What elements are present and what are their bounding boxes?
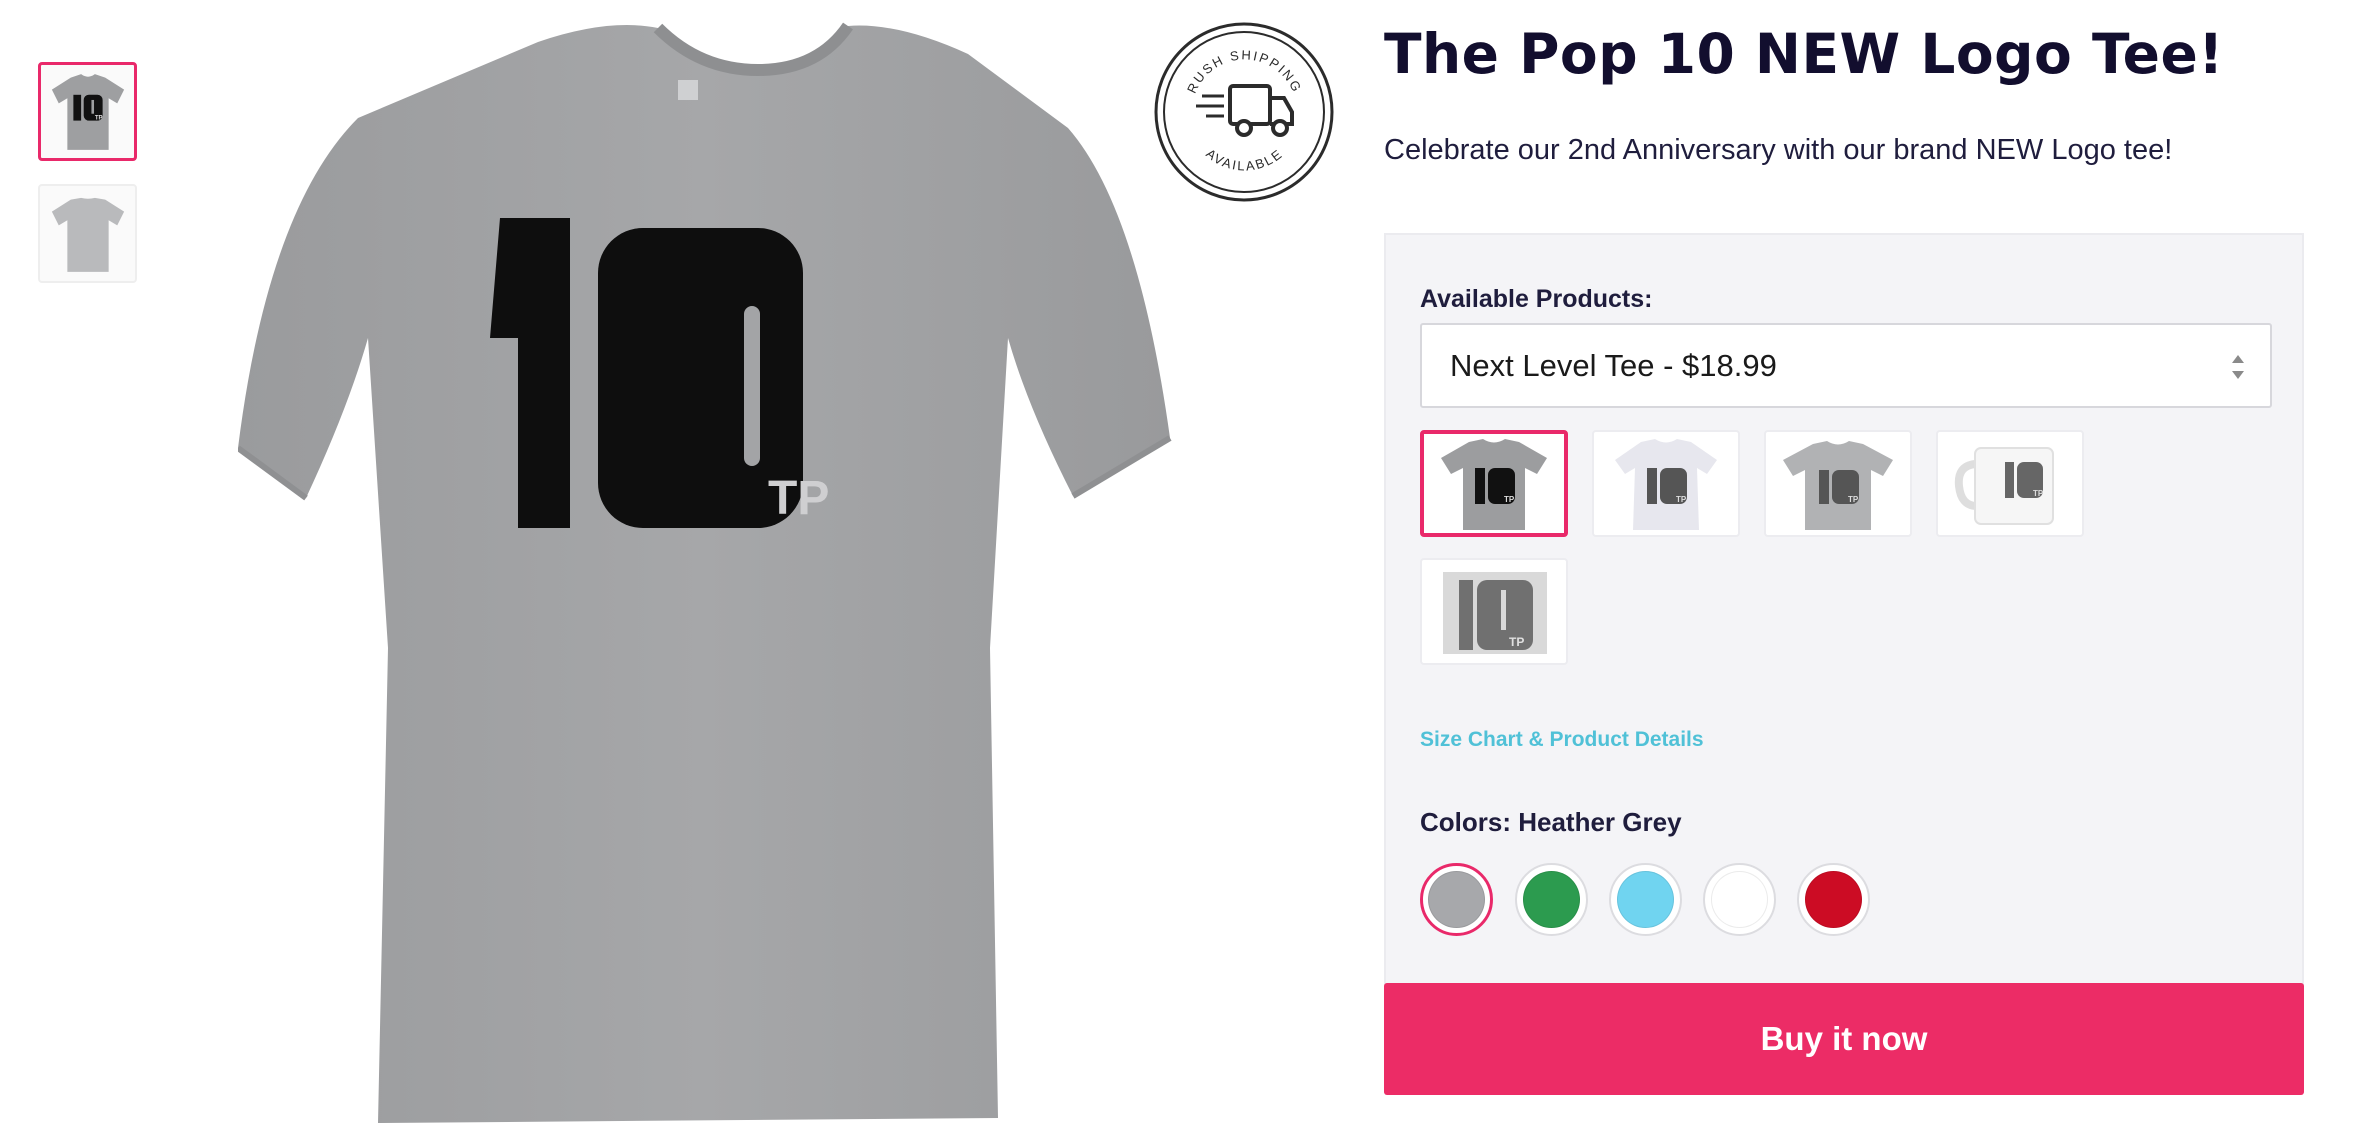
svg-text:TP: TP [1848, 495, 1859, 504]
selected-product-value: Next Level Tee - $18.99 [1450, 347, 1777, 383]
product-tile-next-level-tee[interactable]: TP [1420, 430, 1568, 537]
available-products-label: Available Products: [1420, 285, 1653, 313]
thumbnail-front[interactable]: TP [38, 62, 137, 161]
main-product-image: TP [236, 8, 1178, 1138]
tshirt-main-image: TP [236, 22, 1172, 1123]
image-thumbnails: TP [38, 62, 138, 306]
buy-now-button[interactable]: Buy it now [1384, 983, 2304, 1095]
tshirt-back-thumbnail-icon [51, 197, 124, 272]
logo-sub-text: TP [768, 472, 829, 525]
svg-text:TP: TP [2033, 489, 2044, 498]
product-description: Celebrate our 2nd Anniversary with our b… [1384, 134, 2173, 166]
product-title: The Pop 10 NEW Logo Tee! [1384, 22, 2224, 86]
color-swatch-red[interactable] [1797, 863, 1870, 936]
product-page: TP TP RUSH SHIPPING AVAILABLE The Pop 10… [0, 0, 2368, 1138]
color-swatch-white[interactable] [1703, 863, 1776, 936]
delivery-truck-icon: RUSH SHIPPING AVAILABLE [1154, 22, 1334, 202]
color-dot [1523, 871, 1580, 928]
select-arrows-icon [2232, 355, 2244, 379]
product-tile-ladies-tee[interactable]: TP [1592, 430, 1740, 537]
svg-text:TP: TP [1509, 635, 1524, 649]
rush-shipping-badge: RUSH SHIPPING AVAILABLE [1152, 20, 1337, 205]
product-options-panel: Available Products: Next Level Tee - $18… [1384, 233, 2304, 985]
product-tile-mug[interactable]: TP [1936, 430, 2084, 537]
poster-icon: TP [1443, 571, 1547, 654]
color-dot [1617, 871, 1674, 928]
tshirt-grey-icon: TP [1441, 438, 1547, 530]
tshirt-front-thumbnail-icon: TP [51, 73, 124, 150]
tshirt-light-grey-icon: TP [1783, 440, 1893, 530]
svg-text:TP: TP [1504, 495, 1515, 504]
colors-label: Colors: Heather Grey [1420, 807, 1682, 837]
thumbnail-back[interactable] [38, 184, 137, 283]
product-select[interactable]: Next Level Tee - $18.99 [1420, 323, 2272, 408]
product-tile-poster[interactable]: TP [1420, 558, 1568, 665]
color-dot [1711, 871, 1768, 928]
svg-text:TP: TP [94, 115, 102, 121]
color-dot [1428, 871, 1485, 928]
color-swatch-heather-grey[interactable] [1420, 863, 1493, 936]
color-swatch-light-blue[interactable] [1609, 863, 1682, 936]
svg-text:TP: TP [1676, 495, 1687, 504]
size-chart-link[interactable]: Size Chart & Product Details [1420, 728, 1704, 752]
product-tile-classic-tee[interactable]: TP [1764, 430, 1912, 537]
color-swatch-green[interactable] [1515, 863, 1588, 936]
mug-icon: TP [1954, 446, 2054, 525]
color-dot [1805, 871, 1862, 928]
tshirt-white-icon: TP [1615, 438, 1717, 530]
